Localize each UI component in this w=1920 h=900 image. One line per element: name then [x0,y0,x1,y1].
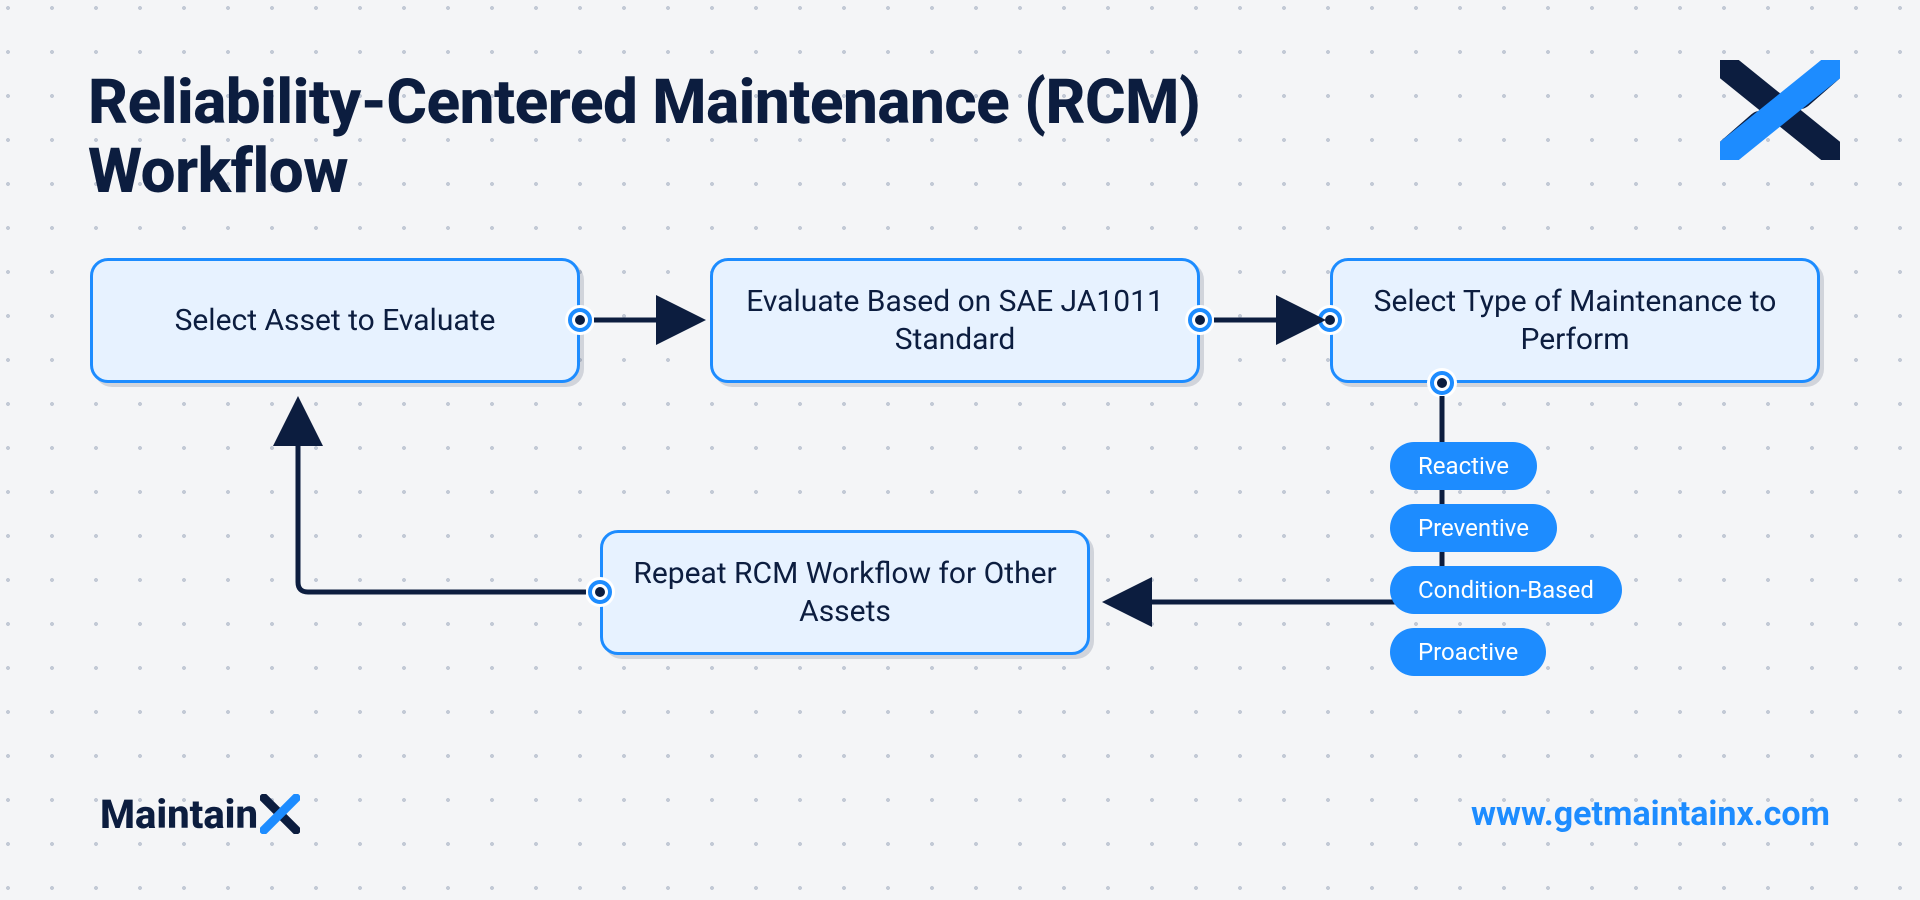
page-title: Reliability-Centered Maintenance (RCM) W… [88,68,1288,207]
brand-wordmark: Maintain [100,788,300,838]
arrow-icon [1214,305,1334,335]
step-label: Select Asset to Evaluate [175,302,496,340]
maintenance-type-pill: Reactive [1390,442,1537,490]
logo-x-icon [1720,60,1840,160]
arrow-icon [594,305,714,335]
step-select-maintenance: Select Type of Maintenance to Perform [1330,258,1820,383]
arrow-icon [290,380,610,610]
step-label: Repeat RCM Workflow for Other Assets [633,555,1057,630]
step-select-asset: Select Asset to Evaluate [90,258,580,383]
step-label: Evaluate Based on SAE JA1011 Standard [743,283,1167,358]
maintenance-type-list: Reactive Preventive Condition-Based Proa… [1390,442,1622,676]
maintenance-type-pill: Preventive [1390,504,1557,552]
brand-text: Maintain [100,791,258,838]
step-repeat-workflow: Repeat RCM Workflow for Other Assets [600,530,1090,655]
maintenance-type-pill: Condition-Based [1390,566,1622,614]
brand-x-icon [260,794,300,834]
port-icon [568,308,592,332]
port-icon [1188,308,1212,332]
maintenance-type-pill: Proactive [1390,628,1546,676]
step-evaluate-sae: Evaluate Based on SAE JA1011 Standard [710,258,1200,383]
step-label: Select Type of Maintenance to Perform [1363,283,1787,358]
website-url: www.getmaintainx.com [1471,794,1830,834]
